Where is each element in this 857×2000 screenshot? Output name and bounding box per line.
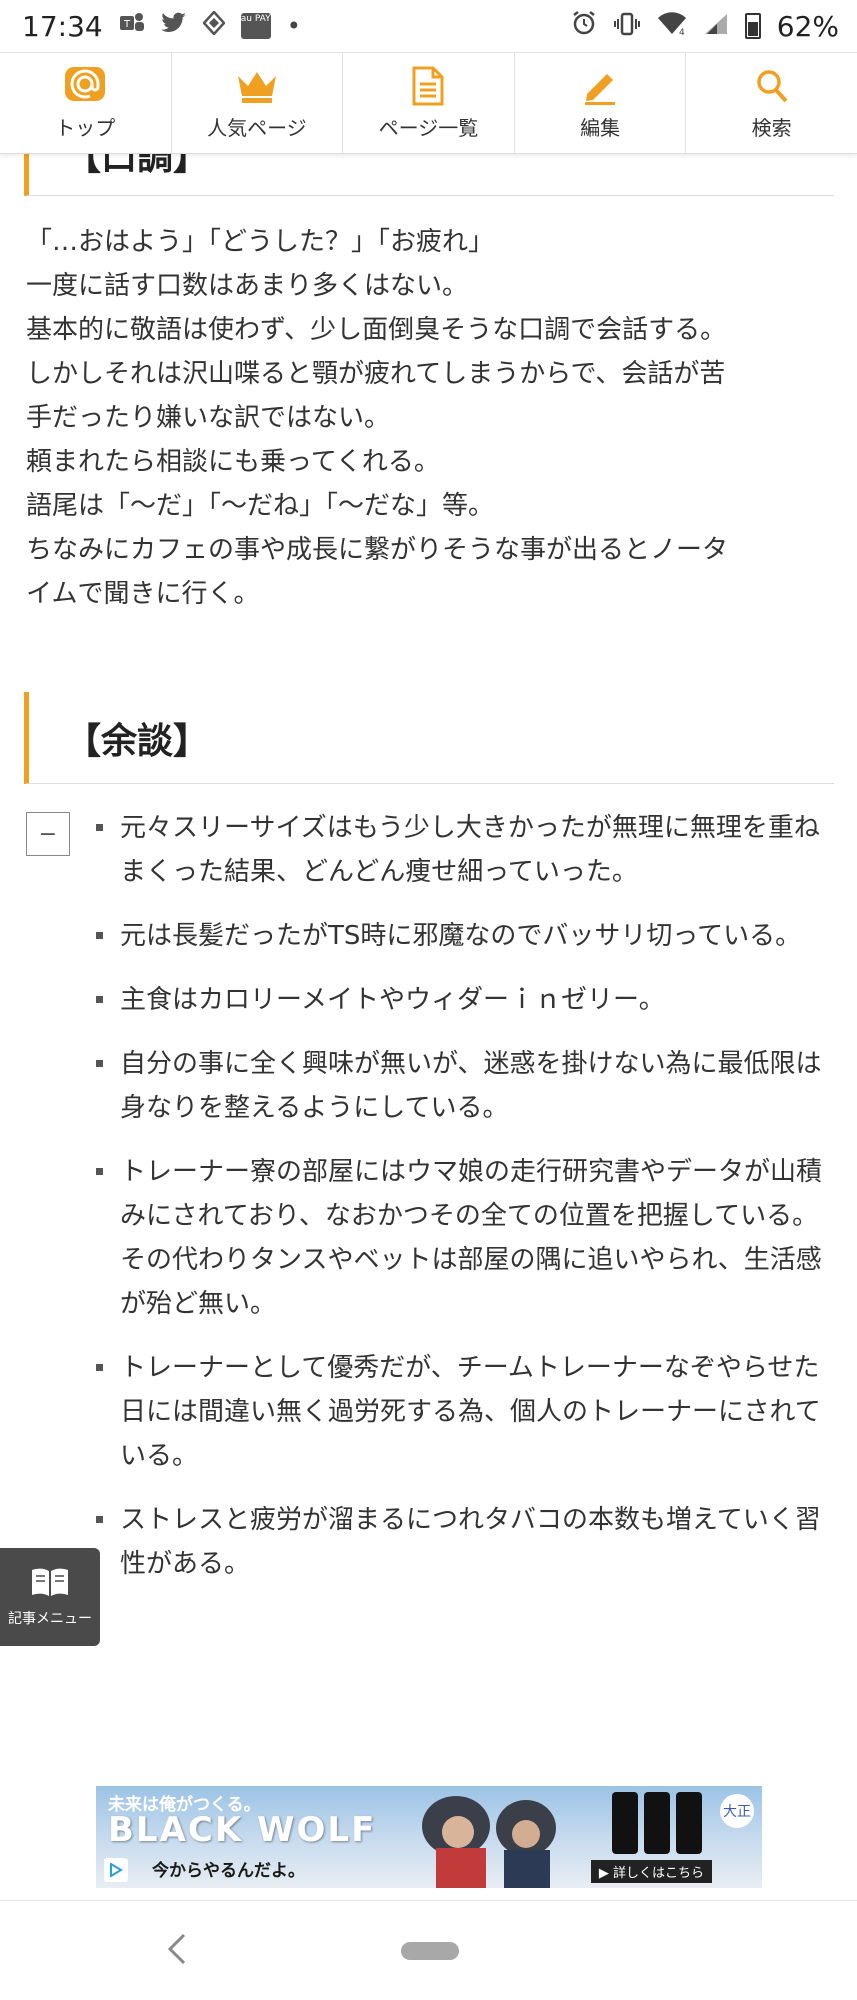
text-line: 一度に話す口数はあまり多くはない。 <box>26 271 469 301</box>
ad-banner[interactable]: 未来は俺がつくる。 BLACK WOLF 今からやるんだよ。 大正 ▶ 詳しくは… <box>96 1786 762 1888</box>
vibrate-icon <box>613 10 641 43</box>
bullet-icon <box>96 1364 103 1371</box>
bullet-icon <box>96 996 103 1003</box>
battery-fill <box>747 22 758 36</box>
text-line: しかしそれは沢山喋ると顎が疲れてしまうからで、会話が苦 <box>26 359 726 389</box>
alarm-icon <box>571 10 597 43</box>
list-item-text: 元々スリーサイズはもう少し大きかったが無理に無理を重ねまくった結果、どんどん痩せ… <box>120 813 820 887</box>
ad-brand: BLACK WOLF <box>108 1810 377 1850</box>
pencil-icon <box>578 66 622 106</box>
text-line: ちなみにカフェの事や成長に繋がりそうな事が出るとノータ <box>26 535 729 565</box>
svg-text:T: T <box>123 19 131 30</box>
list-item-text: 主食はカロリーメイトやウィダーｉｎゼリー。 <box>120 985 665 1015</box>
list-item: トレーナーとして優秀だが、チームトレーナーなぞやらせた日には間違い無く過労死する… <box>96 1346 826 1478</box>
nav-item-page-list[interactable]: ページ一覧 <box>343 53 515 153</box>
nav-label: 人気ページ <box>207 115 307 140</box>
text-line: 語尾は「〜だ」「〜だね」「〜だな」等。 <box>26 491 495 521</box>
twitter-icon <box>160 12 187 40</box>
section-heading-tone: 【口調】 <box>24 154 834 196</box>
status-bar: 17:34 T au PAY • 4 62% <box>0 0 857 52</box>
list-item-text: トレーナーとして優秀だが、チームトレーナーなぞやらせた日には間違い無く過労死する… <box>120 1353 821 1471</box>
text-line: 基本的に敬語は使わず、少し面倒臭そうな口調で会話する。 <box>26 315 727 345</box>
book-icon <box>30 1566 70 1602</box>
trivia-list: 元々スリーサイズはもう少し大きかったが無理に無理を重ねまくった結果、どんどん痩せ… <box>96 806 826 1606</box>
au-pay-icon: au PAY <box>240 13 271 39</box>
list-item: 自分の事に全く興味が無いが、迷惑を掛けない為に最低限は身なりを整えるようにしてい… <box>96 1042 826 1130</box>
crown-icon <box>235 66 279 106</box>
bullet-icon <box>96 1060 103 1067</box>
list-item: トレーナー寮の部屋にはウマ娘の走行研究書やデータが山積みにされており、なおかつそ… <box>96 1150 826 1326</box>
tone-paragraph: 「…おはよう」「どうした？」「お疲れ」 一度に話す口数はあまり多くはない。 基本… <box>26 220 836 616</box>
section-heading-trivia: 【余談】 <box>24 692 834 784</box>
ad-product-image <box>612 1792 702 1854</box>
section-heading-text: 【口調】 <box>65 154 210 178</box>
ad-model-image <box>396 1786 566 1888</box>
ad-subtitle: 今からやるんだよ。 <box>152 1861 305 1881</box>
nav-item-top[interactable]: トップ <box>0 53 172 153</box>
svg-text:4: 4 <box>679 28 685 36</box>
nav-item-edit[interactable]: 編集 <box>515 53 687 153</box>
nav-label: 検索 <box>751 115 792 140</box>
status-time: 17:34 <box>22 9 103 43</box>
section-heading-text: 【余談】 <box>65 720 210 762</box>
list-item: ストレスと疲労が溜まるにつれタバコの本数も増えていく習性がある。 <box>96 1498 826 1586</box>
bullet-icon <box>96 1516 103 1523</box>
text-line: イムで聞きに行く。 <box>26 579 260 609</box>
ad-cta-button[interactable]: ▶ 詳しくはこちら <box>590 1860 712 1883</box>
bullet-icon <box>96 932 103 939</box>
article-menu-label: 記事メニュー <box>8 1611 92 1627</box>
article-menu-button[interactable]: 記事メニュー <box>0 1548 100 1646</box>
dot-icon: • <box>286 12 301 40</box>
list-item-text: トレーナー寮の部屋にはウマ娘の走行研究書やデータが山積みにされており、なおかつそ… <box>120 1157 823 1319</box>
product-bottle <box>644 1792 670 1854</box>
product-bottle <box>676 1792 702 1854</box>
collapse-toggle-button[interactable]: − <box>26 812 70 856</box>
list-item: 主食はカロリーメイトやウィダーｉｎゼリー。 <box>96 978 826 1022</box>
at-icon <box>63 66 107 106</box>
nav-item-popular[interactable]: 人気ページ <box>172 53 344 153</box>
status-right: 4 62% <box>571 10 839 43</box>
text-line: 「…おはよう」「どうした？」「お疲れ」 <box>26 227 495 257</box>
battery-percent: 62% <box>776 9 839 43</box>
product-bottle <box>612 1792 638 1854</box>
list-item: 元は長髪だったがTS時に邪魔なのでバッサリ切っている。 <box>96 914 826 958</box>
system-nav-bar <box>0 1900 857 2000</box>
list-item-text: 自分の事に全く興味が無いが、迷惑を掛けない為に最低限は身なりを整えるようにしてい… <box>120 1049 822 1123</box>
text-line: 頼まれたら相談にも乗ってくれる。 <box>26 447 440 477</box>
diamond-icon <box>202 10 226 41</box>
bullet-icon <box>96 1168 103 1175</box>
search-icon <box>750 66 794 106</box>
status-left: 17:34 T au PAY • <box>22 10 301 43</box>
signal-icon <box>703 10 729 43</box>
nav-label: ページ一覧 <box>378 115 479 140</box>
document-icon <box>406 66 450 106</box>
home-pill-icon[interactable] <box>401 1942 459 1960</box>
nav-label: 編集 <box>580 115 621 140</box>
wifi-icon: 4 <box>657 10 687 43</box>
top-nav: トップ 人気ページ ページ一覧 編集 検索 <box>0 52 857 154</box>
nav-item-search[interactable]: 検索 <box>686 53 857 153</box>
list-item-text: ストレスと疲労が溜まるにつれタバコの本数も増えていく習性がある。 <box>120 1505 821 1579</box>
ad-logo: 大正 <box>720 1794 754 1828</box>
text-line: 手だったり嫌いな訳ではない。 <box>26 403 391 433</box>
nav-label: トップ <box>55 115 116 140</box>
list-item-text: 元は長髪だったがTS時に邪魔なのでバッサリ切っている。 <box>120 921 802 951</box>
ad-choices-icon[interactable] <box>104 1858 128 1882</box>
teams-icon: T <box>119 11 145 41</box>
bullet-icon <box>96 824 103 831</box>
back-icon[interactable] <box>166 1931 188 1976</box>
battery-icon <box>744 13 761 39</box>
list-item: 元々スリーサイズはもう少し大きかったが無理に無理を重ねまくった結果、どんどん痩せ… <box>96 806 826 894</box>
